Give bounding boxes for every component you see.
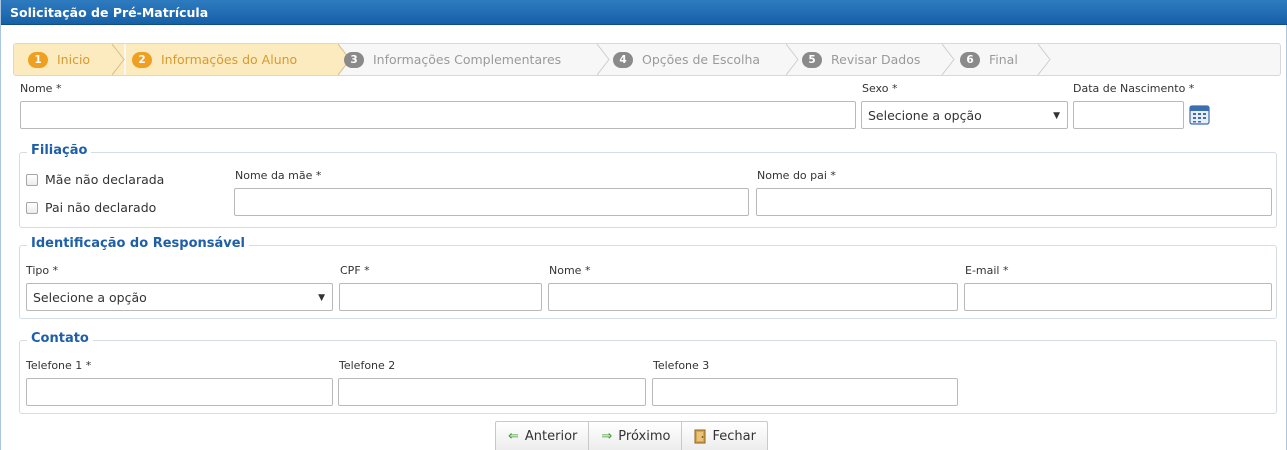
step-label: Informações Complementares (373, 52, 562, 67)
pai-nao-declarado-label: Pai não declarado (45, 200, 157, 215)
step-label: Opções de Escolha (642, 52, 761, 67)
data-nascimento-input[interactable] (1073, 101, 1184, 129)
responsavel-nome-label: Nome * (549, 264, 591, 277)
step-separator-icon (942, 44, 955, 75)
anterior-label: Anterior (524, 429, 578, 444)
step-label: Final (989, 52, 1018, 67)
checkbox-box[interactable] (26, 173, 38, 186)
email-label: E-mail * (965, 264, 1009, 277)
wizard-steps: 1 Inicio 2 Informações do Aluno 3 Inform… (13, 43, 1281, 76)
nome-mae-input[interactable] (234, 188, 749, 216)
calendar-icon[interactable] (1189, 104, 1210, 125)
cpf-input[interactable] (339, 283, 542, 311)
step-inicio[interactable]: 1 Inicio (14, 44, 124, 75)
sexo-selected-value: Selecione a opção (868, 108, 982, 123)
nome-pai-label: Nome do pai * (757, 169, 836, 182)
sexo-label: Sexo * (862, 82, 898, 95)
tipo-selected-value: Selecione a opção (33, 290, 147, 305)
filiacao-legend: Filiação (27, 143, 92, 158)
telefone1-input[interactable] (26, 378, 333, 406)
telefone3-label: Telefone 3 (653, 359, 710, 372)
step-label: Inicio (57, 52, 91, 67)
step-separator-icon (786, 44, 799, 75)
dropdown-arrow-icon: ▼ (1053, 111, 1060, 121)
step-number: 3 (344, 51, 364, 68)
email-input[interactable] (964, 283, 1272, 311)
step-revisar-dados[interactable]: 5 Revisar Dados (802, 44, 957, 75)
nome-label: Nome * (20, 82, 62, 95)
telefone2-label: Telefone 2 (339, 359, 396, 372)
pre-matricula-window: Solicitação de Pré-Matrícula 1 Inicio 2 … (0, 0, 1287, 450)
dropdown-arrow-icon: ▼ (318, 293, 325, 303)
step-number: 2 (132, 51, 152, 68)
fechar-label: Fechar (712, 429, 756, 444)
fechar-button[interactable]: Fechar (682, 422, 766, 450)
step-label: Informações do Aluno (161, 52, 298, 67)
step-informacoes-aluno[interactable]: 2 Informações do Aluno (126, 44, 338, 75)
proximo-button[interactable]: ⇒ Próximo (589, 422, 683, 450)
checkbox-box[interactable] (26, 201, 38, 214)
tipo-label: Tipo * (26, 264, 59, 277)
pai-nao-declarado-checkbox[interactable]: Pai não declarado (26, 200, 156, 215)
telefone2-input[interactable] (338, 378, 646, 406)
step-separator-icon (597, 44, 610, 75)
step-separator-icon (1038, 44, 1051, 75)
door-icon (694, 429, 706, 444)
step-number: 1 (28, 51, 48, 68)
mae-nao-declarada-label: Mãe não declarada (45, 172, 165, 187)
step-number: 5 (802, 51, 822, 68)
responsavel-nome-input[interactable] (548, 283, 958, 311)
nome-pai-input[interactable] (756, 188, 1272, 216)
cpf-label: CPF * (340, 264, 370, 277)
navigation-buttons: ⇐ Anterior ⇒ Próximo Fechar (495, 421, 768, 450)
data-nascimento-label: Data de Nascimento * (1073, 82, 1195, 95)
step-opcoes-escolha[interactable]: 4 Opções de Escolha (613, 44, 803, 75)
step-number: 6 (960, 51, 980, 68)
step-informacoes-complementares[interactable]: 3 Informações Complementares (344, 44, 609, 75)
arrow-right-icon: ⇒ (601, 429, 613, 444)
proximo-label: Próximo (618, 429, 671, 444)
step-final[interactable]: 6 Final (960, 44, 1050, 75)
responsavel-legend: Identificação do Responsável (27, 236, 250, 251)
contato-legend: Contato (27, 331, 93, 346)
window-title: Solicitação de Pré-Matrícula (1, 0, 1287, 25)
mae-nao-declarada-checkbox[interactable]: Mãe não declarada (26, 172, 164, 187)
telefone3-input[interactable] (652, 378, 958, 406)
telefone1-label: Telefone 1 * (26, 359, 92, 372)
arrow-left-icon: ⇐ (508, 429, 519, 444)
nome-mae-label: Nome da mãe * (235, 169, 322, 182)
step-label: Revisar Dados (831, 52, 921, 67)
step-number: 4 (613, 51, 633, 68)
nome-input[interactable] (20, 101, 856, 129)
tipo-select[interactable]: Selecione a opção ▼ (26, 283, 333, 311)
step-separator-icon (112, 44, 125, 75)
anterior-button[interactable]: ⇐ Anterior (496, 422, 590, 450)
sexo-select[interactable]: Selecione a opção ▼ (861, 101, 1068, 129)
